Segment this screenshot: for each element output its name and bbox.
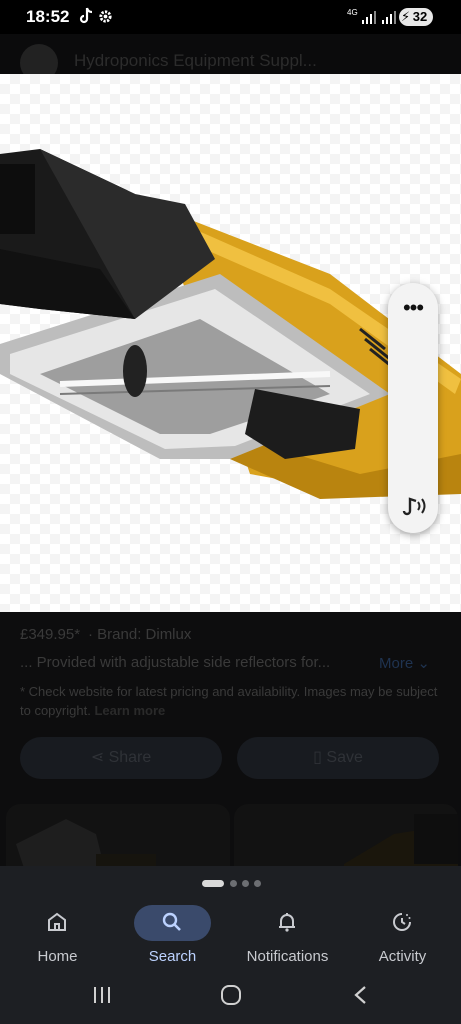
page-indicator-dot [242,880,249,887]
bookmark-icon: ▯ [313,749,322,766]
product-brand: · Brand: Dimlux [88,626,192,643]
page-indicator-active [202,880,224,887]
save-label: Save [326,749,363,766]
share-icon: ⋖ [90,749,105,766]
back-icon[interactable] [352,985,368,1010]
sound-search-icon[interactable] [400,493,428,524]
home-button-icon[interactable] [220,984,242,1011]
learn-more-link[interactable]: Learn more [94,703,165,718]
status-time: 18:52 [26,7,70,26]
nav-home-label: Home [37,948,78,965]
page-indicator-dot [254,880,261,887]
disclaimer: * Check website for latest pricing and a… [20,682,440,720]
nav-search[interactable]: Search [115,898,230,974]
nav-search-label: Search [148,948,197,965]
network-type: 4G [347,8,358,17]
bell-icon [275,910,299,939]
page-indicator-dot [230,880,237,887]
product-price: £349.95* [20,626,81,643]
share-label: Share [108,749,152,766]
related-image-thumbnail[interactable] [234,804,458,874]
more-label: More [379,655,414,672]
settings-gear-icon [98,9,113,28]
site-title[interactable]: Hydroponics Equipment Suppl... [74,51,317,71]
nav-notifications[interactable]: Notifications [230,898,345,974]
nav-activity[interactable]: Activity [345,898,460,974]
product-description: ... Provided with adjustable side reflec… [20,654,331,671]
share-button[interactable]: ⋖ Share [20,737,222,779]
tiktok-icon [78,7,94,29]
floating-actions: ••• [388,283,438,533]
more-options-icon[interactable]: ••• [388,295,438,321]
charging-icon: ⚡ [401,9,411,24]
more-link[interactable]: More ⌄ [379,654,430,672]
nav-notifications-label: Notifications [246,948,329,965]
recent-apps-icon[interactable] [92,985,112,1010]
related-image-thumbnail[interactable] [6,804,230,874]
activity-icon [390,910,414,939]
nav-activity-label: Activity [378,948,427,965]
save-button[interactable]: ▯ Save [237,737,439,779]
signal-icon [362,10,398,29]
disclaimer-text: * Check website for latest pricing and a… [20,684,438,718]
nav-home[interactable]: Home [0,898,115,974]
search-icon [160,910,184,939]
home-icon [45,910,69,939]
chevron-down-icon: ⌄ [417,655,430,672]
